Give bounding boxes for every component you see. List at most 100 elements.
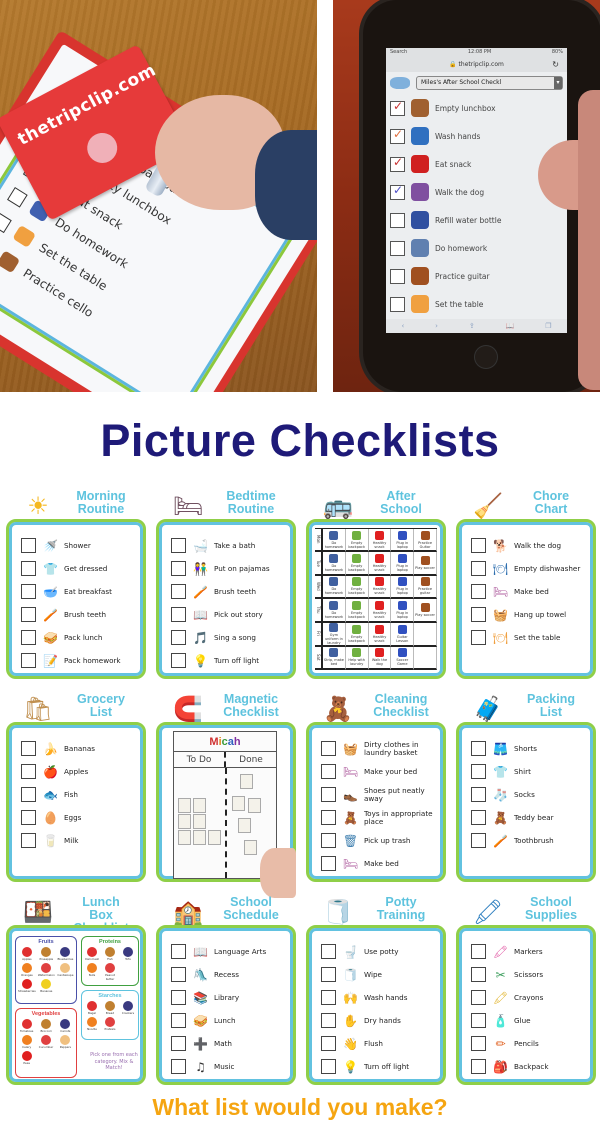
grid-cell[interactable]: Walk the dog — [368, 646, 392, 670]
grid-cell[interactable]: Soccer Game — [391, 646, 415, 670]
checkbox[interactable] — [321, 967, 336, 982]
checkbox[interactable] — [21, 653, 36, 668]
checklist-tile-potty[interactable]: 🧻 Potty Training 🚽 Use potty 🧻 Wipe 🙌 Wash hands… — [306, 895, 446, 1086]
checklist-tile-grocery[interactable]: 🛍 Grocery List 🍌 Bananas 🍎 Apples 🐟 Fish 🥚 Eggs 🥛 Mi… — [6, 692, 146, 883]
checklist-tile-packing[interactable]: 🧳 Packing List 🩳 Shorts 👕 Shirt 🧦 Socks 🧸 Teddy be… — [456, 692, 596, 883]
checkbox[interactable] — [21, 833, 36, 848]
checklist-tile-chore[interactable]: 🧹 Chore Chart 🐕 Walk the dog 🍽 Empty dishwashe… — [456, 489, 596, 680]
checklist-tile-morning[interactable]: ☀ Morning Routine 🚿 Shower 👕 Get dressed 🥣 Eat b… — [6, 489, 146, 680]
checkbox[interactable] — [321, 856, 336, 871]
food-item[interactable]: Deli meat — [84, 947, 100, 961]
magnet-card[interactable] — [240, 774, 253, 789]
checkbox[interactable] — [471, 630, 486, 645]
checkbox[interactable] — [471, 810, 486, 825]
food-item[interactable]: Fish — [102, 947, 118, 961]
checkbox[interactable] — [321, 1036, 336, 1051]
grid-cell[interactable]: Do homework — [323, 552, 346, 576]
food-item[interactable]: Pineapple — [38, 947, 55, 961]
checkbox[interactable] — [471, 561, 486, 576]
checkbox[interactable] — [21, 584, 36, 599]
grid-cell[interactable]: Healthy snack — [368, 552, 392, 576]
grid-cell[interactable]: Play soccer — [414, 599, 437, 623]
grid-cell[interactable]: Do homework — [323, 575, 346, 600]
checkbox[interactable] — [471, 833, 486, 848]
checkbox[interactable] — [171, 990, 186, 1005]
grid-cell[interactable]: Empty backpack — [345, 575, 369, 600]
grid-cell[interactable]: Guitar Lesson — [391, 622, 415, 647]
checklist-tile-cleaning[interactable]: 🧸 Cleaning Checklist 🧺 Dirty clothes in laun… — [306, 692, 446, 883]
checklist-tile-magnetic[interactable]: 🧲 Magnetic Checklist Micah To Do Done — [156, 692, 296, 898]
grid-cell[interactable]: Empty backpack — [345, 599, 369, 623]
food-item[interactable]: Blueberries — [57, 947, 74, 961]
checkbox[interactable] — [321, 1059, 336, 1074]
tabs-icon[interactable]: ❐ — [545, 322, 551, 330]
grid-cell[interactable]: Healthy snack — [368, 599, 392, 623]
grid-cell[interactable]: Empty backpack — [345, 552, 369, 576]
checkbox[interactable] — [21, 561, 36, 576]
checkbox[interactable] — [21, 787, 36, 802]
food-item[interactable]: Cantaloupe — [57, 963, 74, 977]
magnet-card[interactable] — [178, 798, 191, 813]
grid-cell[interactable]: Practice guitar — [414, 575, 437, 600]
checkbox[interactable] — [390, 212, 405, 228]
checkbox[interactable] — [21, 607, 36, 622]
checkbox[interactable] — [390, 296, 405, 312]
checkbox[interactable] — [321, 764, 336, 779]
grid-cell[interactable]: Empty backpack — [345, 622, 369, 647]
checkbox[interactable] — [171, 1059, 186, 1074]
food-item[interactable]: Cucumber — [37, 1035, 54, 1049]
food-item[interactable]: Strawberries — [18, 979, 36, 993]
forward-icon[interactable]: › — [435, 322, 438, 330]
checkbox[interactable] — [21, 630, 36, 645]
checkbox[interactable] — [471, 1036, 486, 1051]
grid-cell[interactable]: Strip, make bed — [323, 646, 346, 670]
checkbox[interactable] — [321, 833, 336, 848]
checkbox[interactable] — [21, 810, 36, 825]
grid-cell[interactable]: Do homework — [323, 529, 346, 553]
food-item[interactable]: Carrots — [57, 1019, 74, 1033]
checkbox[interactable] — [171, 944, 186, 959]
url-bar[interactable]: 🔒 thetripclip.com ↻ — [386, 57, 567, 72]
checkbox[interactable] — [471, 1059, 486, 1074]
checkbox[interactable] — [21, 741, 36, 756]
food-item[interactable]: Peanut butter — [102, 963, 118, 981]
food-item[interactable]: Peas — [18, 1051, 35, 1065]
grid-cell[interactable]: Do homework — [323, 599, 346, 623]
checkbox[interactable] — [171, 630, 186, 645]
checklist-tile-afterschool[interactable]: 🚌 After School Mon Do homework Empty backpack… — [306, 489, 446, 680]
checklist-tile-school[interactable]: 🏫 School Schedule 📖 Language Arts 🛝 Recess 📚 Lib… — [156, 895, 296, 1086]
magnet-card[interactable] — [193, 814, 206, 829]
checkbox[interactable] — [21, 764, 36, 779]
food-item[interactable]: Crackers — [120, 1001, 136, 1015]
checkbox[interactable] — [0, 212, 13, 233]
magnet-card[interactable] — [238, 818, 251, 833]
food-item[interactable]: Watermelon — [38, 963, 55, 977]
home-button[interactable] — [474, 345, 498, 369]
magnet-card[interactable] — [178, 814, 191, 829]
grid-cell[interactable] — [414, 622, 437, 647]
grid-cell[interactable]: Healthy snack — [368, 622, 392, 647]
checkbox[interactable] — [171, 1036, 186, 1051]
checkbox[interactable] — [390, 183, 405, 200]
checklist-tile-lunchbox[interactable]: 🍱Lunch BoxChecklistFruitsApplesPineapple… — [6, 895, 146, 1086]
grid-cell[interactable]: Plug in laptop — [391, 599, 415, 623]
checkbox[interactable] — [321, 944, 336, 959]
grid-cell[interactable]: Gym uniform in laundry — [323, 622, 346, 647]
magnet-card[interactable] — [232, 796, 245, 811]
checkbox[interactable] — [390, 155, 405, 172]
magnet-card[interactable] — [178, 830, 191, 845]
grid-cell[interactable]: Plug in laptop — [391, 575, 415, 600]
checkbox[interactable] — [171, 584, 186, 599]
bookmarks-icon[interactable]: 📖 — [506, 322, 515, 330]
food-item[interactable]: Apples — [18, 947, 36, 961]
grid-cell[interactable]: Help with laundry — [345, 646, 369, 670]
grid-cell[interactable]: Play soccer — [414, 552, 437, 576]
food-item[interactable]: Tofu — [120, 947, 136, 961]
checkbox[interactable] — [171, 1013, 186, 1028]
checkbox[interactable] — [390, 99, 405, 116]
magnet-card[interactable] — [208, 830, 221, 845]
checkbox[interactable] — [171, 653, 186, 668]
grid-cell[interactable]: Plug in laptop — [391, 552, 415, 576]
checkbox[interactable] — [7, 186, 28, 208]
checkbox[interactable] — [471, 584, 486, 599]
